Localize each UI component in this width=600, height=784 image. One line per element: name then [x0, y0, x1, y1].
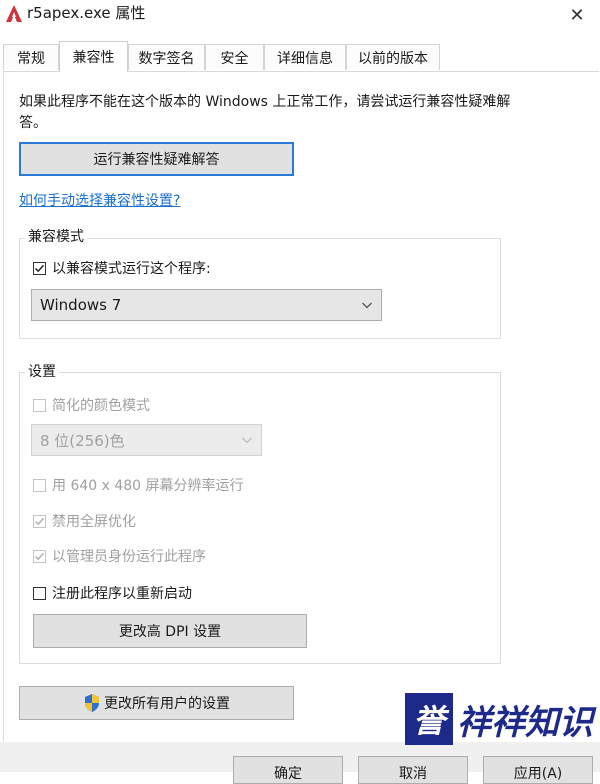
close-button[interactable]: ✕	[554, 0, 600, 30]
reduced-color-row[interactable]: 简化的颜色模式	[33, 395, 150, 415]
reduced-color-checkbox[interactable]	[33, 398, 46, 412]
register-restart-row[interactable]: 注册此程序以重新启动	[33, 583, 192, 603]
tab-digital-signatures[interactable]: 数字签名	[128, 44, 205, 70]
change-all-users-button[interactable]: 更改所有用户的设置	[19, 686, 294, 720]
os-version-select[interactable]: Windows 7	[31, 289, 382, 321]
compat-mode-checkbox-row[interactable]: 以兼容模式运行这个程序:	[33, 258, 211, 278]
cancel-button[interactable]: 取消	[358, 756, 468, 784]
title-bar: r5apex.exe 属性 ✕	[0, 0, 600, 36]
tab-strip: 常规 兼容性 数字签名 安全 详细信息 以前的版本	[0, 41, 600, 72]
tab-general[interactable]: 常规	[3, 44, 59, 70]
uac-shield-icon	[85, 694, 99, 712]
watermark-logo: 誉 祥祥知识	[405, 690, 593, 748]
watermark-text: 祥祥知识	[457, 702, 593, 743]
change-dpi-button[interactable]: 更改高 DPI 设置	[33, 614, 307, 648]
apply-button[interactable]: 应用(A)	[483, 756, 593, 784]
settings-title: 设置	[25, 363, 59, 381]
tab-details[interactable]: 详细信息	[264, 44, 346, 70]
compat-mode-checkbox[interactable]	[33, 261, 46, 275]
disable-fullscreen-row[interactable]: 禁用全屏优化	[33, 511, 136, 531]
ok-button[interactable]: 确定	[233, 756, 343, 784]
register-restart-checkbox[interactable]	[33, 586, 46, 600]
manual-settings-link[interactable]: 如何手动选择兼容性设置?	[19, 190, 180, 210]
close-icon: ✕	[569, 4, 585, 26]
compat-mode-title: 兼容模式	[25, 228, 87, 246]
run-as-admin-checkbox[interactable]	[33, 549, 46, 563]
tab-security[interactable]: 安全	[205, 44, 264, 70]
window-title: r5apex.exe 属性	[27, 4, 146, 22]
tab-compatibility[interactable]: 兼容性	[59, 41, 128, 72]
run-as-admin-row[interactable]: 以管理员身份运行此程序	[33, 546, 206, 566]
checkmark-icon	[34, 264, 45, 272]
chevron-down-icon	[362, 302, 372, 309]
tab-previous-versions[interactable]: 以前的版本	[346, 44, 440, 70]
run-640-checkbox[interactable]	[33, 478, 46, 492]
color-depth-select[interactable]: 8 位(256)色	[31, 424, 262, 456]
run-640-row[interactable]: 用 640 x 480 屏幕分辨率运行	[33, 475, 244, 495]
checkmark-icon	[34, 552, 45, 560]
checkmark-icon	[34, 517, 45, 525]
apex-logo-icon	[6, 5, 22, 22]
disable-fullscreen-checkbox[interactable]	[33, 514, 46, 528]
compat-description: 如果此程序不能在这个版本的 Windows 上正常工作，请尝试运行兼容性疑难解答…	[19, 94, 511, 131]
run-troubleshooter-button[interactable]: 运行兼容性疑难解答	[19, 142, 294, 176]
watermark-box: 誉	[405, 693, 453, 745]
chevron-down-icon	[242, 437, 252, 444]
